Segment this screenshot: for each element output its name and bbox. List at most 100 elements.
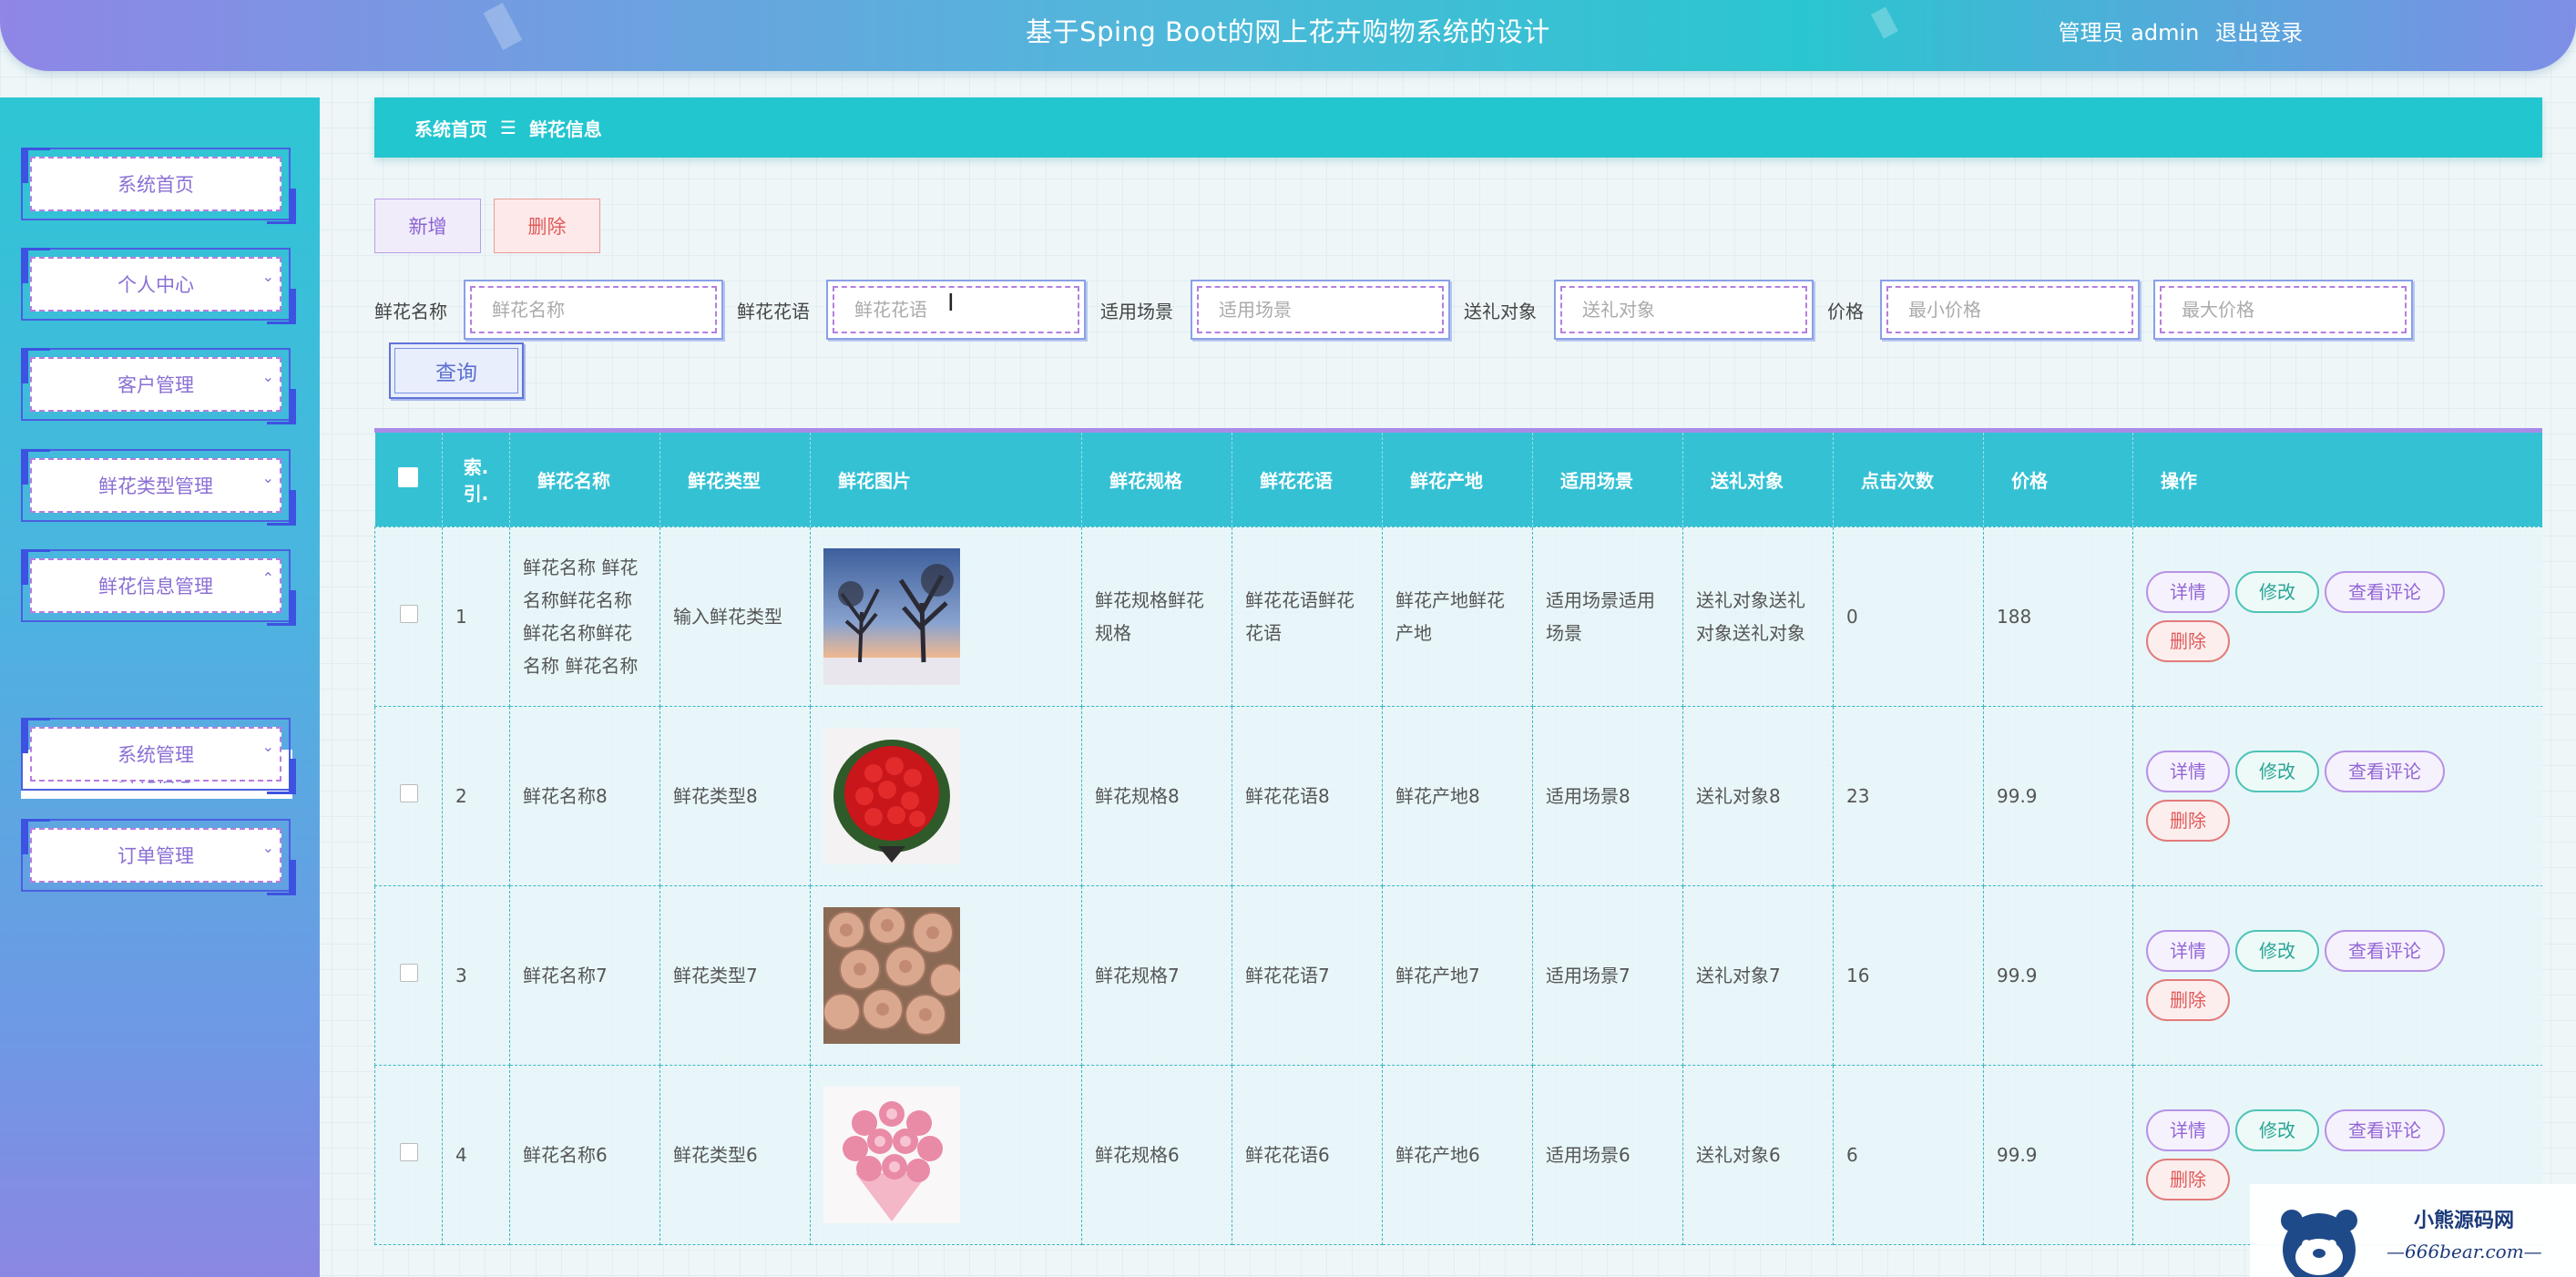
cell-clicks: 6	[1833, 1064, 1984, 1245]
column-header-target: 送礼对象	[1682, 433, 1834, 526]
select-all-checkbox[interactable]	[374, 433, 443, 526]
detail-button[interactable]: 详情	[2146, 929, 2230, 972]
scene-search-input[interactable]	[1197, 286, 1444, 333]
cell-type: 鲜花类型7	[659, 884, 811, 1066]
row-checkbox-cell[interactable]	[374, 884, 443, 1066]
column-header-price: 价格	[1983, 433, 2133, 526]
delete-button[interactable]: 删除	[2146, 619, 2230, 662]
cell-price: 99.9	[1983, 1064, 2133, 1245]
chevron-down-icon: ⌄	[261, 368, 274, 385]
language-search-field	[826, 280, 1086, 340]
cell-type: 鲜花类型6	[659, 1064, 811, 1245]
column-header-index-line2: 引.	[463, 483, 489, 506]
pink-carnations-image	[823, 1086, 960, 1223]
search-button[interactable]: 查询	[389, 342, 524, 399]
sidebar-item-home[interactable]: 系统首页	[21, 148, 296, 224]
cell-language: 鲜花花语6	[1232, 1064, 1383, 1245]
checkbox-icon[interactable]	[399, 783, 418, 802]
cell-index: 4	[442, 1064, 510, 1245]
sidebar-item-label[interactable]: 客户管理	[30, 357, 281, 412]
cell-language: 鲜花花语鲜花花语	[1232, 526, 1383, 707]
cell-image	[810, 1064, 1082, 1245]
sidebar-item-flower-info[interactable]: 鲜花信息管理 ⌃	[21, 549, 296, 626]
edit-button[interactable]: 修改	[2235, 750, 2319, 792]
cell-target: 送礼对象7	[1682, 884, 1834, 1066]
row-checkbox-cell[interactable]	[374, 1064, 443, 1245]
detail-button[interactable]: 详情	[2146, 750, 2230, 792]
breadcrumb-separator-icon: ☰	[500, 117, 516, 138]
column-header-origin: 鲜花产地	[1382, 433, 1533, 526]
cell-price: 99.9	[1983, 884, 2133, 1066]
sidebar-item-label[interactable]: 系统管理	[30, 727, 281, 782]
cell-clicks: 23	[1833, 705, 1984, 886]
sunset-trees-image	[823, 547, 960, 685]
cell-type: 输入鲜花类型	[659, 526, 811, 707]
watermark-line2: —666bear.com—	[2387, 1241, 2542, 1262]
name-search-field	[464, 280, 723, 340]
sidebar-item-profile[interactable]: 个人中心 ⌄	[21, 248, 296, 324]
sidebar-item-label[interactable]: 鲜花类型管理	[30, 458, 281, 513]
view-comments-button[interactable]: 查看评论	[2325, 929, 2445, 972]
column-header-index: 索. 引.	[442, 433, 510, 526]
chevron-down-icon: ⌄	[261, 738, 274, 755]
name-search-input[interactable]	[470, 286, 717, 333]
min-price-field	[1880, 280, 2140, 340]
sidebar-item-system[interactable]: 系统管理 ⌄	[21, 718, 296, 794]
cell-actions: 详情 修改 查看评论删除	[2132, 884, 2542, 1066]
row-checkbox-cell[interactable]	[374, 526, 443, 707]
language-search-input[interactable]	[833, 286, 1079, 333]
delete-button[interactable]: 删除	[2146, 1158, 2230, 1200]
cell-spec: 鲜花规格6	[1081, 1064, 1232, 1245]
view-comments-button[interactable]: 查看评论	[2325, 750, 2445, 792]
column-header-actions: 操作	[2132, 433, 2542, 526]
table-row: 4 鲜花名称6 鲜花类型6 鲜花规格6 鲜花花语6 鲜花产地6 适用场景6 送礼…	[374, 1064, 2542, 1245]
checkbox-icon[interactable]	[399, 604, 418, 623]
delete-button[interactable]: 删除	[2146, 978, 2230, 1021]
sidebar-item-label[interactable]: 个人中心	[30, 257, 281, 312]
sidebar-item-label[interactable]: 系统首页	[30, 157, 281, 211]
detail-button[interactable]: 详情	[2146, 1108, 2230, 1151]
sidebar-item-customers[interactable]: 客户管理 ⌄	[21, 348, 296, 424]
checkbox-icon	[398, 466, 419, 487]
table-header-row: 索. 引. 鲜花名称 鲜花类型 鲜花图片 鲜花规格 鲜花花语 鲜花产地 适用场景 …	[374, 433, 2542, 526]
edit-button[interactable]: 修改	[2235, 1108, 2319, 1151]
view-comments-button[interactable]: 查看评论	[2325, 570, 2445, 613]
watermark: 小熊源码网 —666bear.com—	[2250, 1184, 2576, 1277]
breadcrumb: 系统首页 ☰ 鲜花信息	[374, 97, 2542, 158]
sidebar-item-orders[interactable]: 订单管理 ⌄	[21, 819, 296, 895]
cell-scene: 适用场景6	[1532, 1064, 1683, 1245]
cell-actions: 详情 修改 查看评论删除	[2132, 526, 2542, 707]
cell-name: 鲜花名称7	[509, 884, 660, 1066]
scene-search-label: 适用场景	[1100, 301, 1173, 322]
logout-link[interactable]: 退出登录	[2215, 20, 2303, 46]
column-header-language: 鲜花花语	[1232, 433, 1383, 526]
max-price-input[interactable]	[2160, 286, 2407, 333]
chevron-up-icon: ⌃	[261, 569, 274, 587]
edit-button[interactable]: 修改	[2235, 929, 2319, 972]
user-label: 管理员 admin	[2058, 20, 2200, 46]
sidebar-item-label[interactable]: 鲜花信息管理	[30, 558, 281, 613]
max-price-field	[2153, 280, 2413, 340]
detail-button[interactable]: 详情	[2146, 570, 2230, 613]
row-checkbox-cell[interactable]	[374, 705, 443, 886]
breadcrumb-home[interactable]: 系统首页	[414, 115, 487, 141]
batch-delete-button[interactable]: 删除	[494, 199, 600, 253]
sidebar-item-flower-types[interactable]: 鲜花类型管理 ⌄	[21, 449, 296, 526]
cell-origin: 鲜花产地7	[1382, 884, 1533, 1066]
checkbox-icon[interactable]	[399, 1142, 418, 1161]
cell-index: 1	[442, 526, 510, 707]
text-cursor-icon: I	[947, 290, 955, 317]
search-button-label: 查询	[394, 348, 518, 393]
delete-button[interactable]: 删除	[2146, 799, 2230, 842]
view-comments-button[interactable]: 查看评论	[2325, 1108, 2445, 1151]
cell-origin: 鲜花产地6	[1382, 1064, 1533, 1245]
checkbox-icon[interactable]	[399, 963, 418, 982]
edit-button[interactable]: 修改	[2235, 570, 2319, 613]
chevron-down-icon: ⌄	[261, 839, 274, 856]
target-search-input[interactable]	[1560, 286, 1807, 333]
cell-image	[810, 884, 1082, 1066]
sidebar-item-label[interactable]: 订单管理	[30, 828, 281, 883]
min-price-input[interactable]	[1886, 286, 2133, 333]
add-button[interactable]: 新增	[374, 199, 481, 253]
top-header: 基于Sping Boot的网上花卉购物系统的设计 管理员 admin 退出登录	[0, 0, 2576, 71]
